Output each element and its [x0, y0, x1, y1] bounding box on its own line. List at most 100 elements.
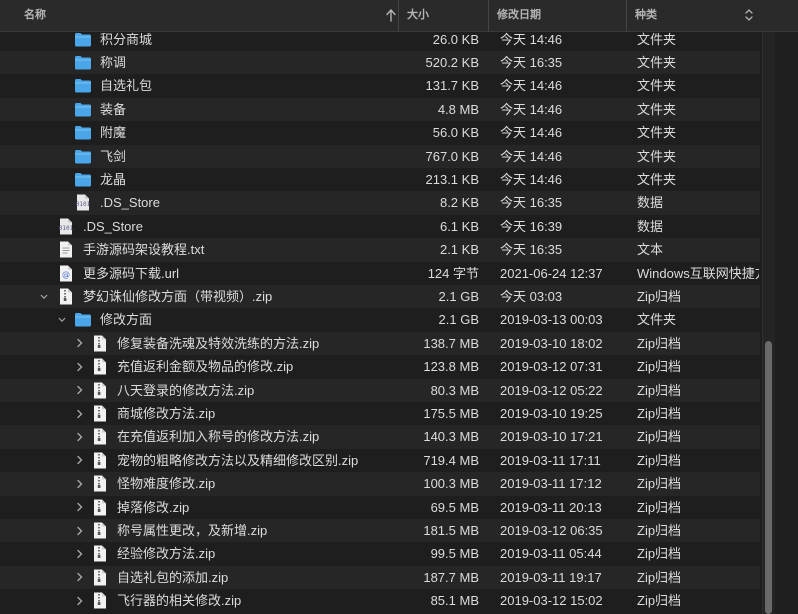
kind-cell: Windows互联网快捷方式	[637, 265, 759, 281]
file-row[interactable]: 装备 4.8 MB 今天 14:46 文件夹	[0, 97, 760, 122]
data-file-icon: 0101	[74, 194, 92, 211]
file-name: 积分商城	[100, 32, 153, 47]
file-row[interactable]: 自选礼包 131.7 KB 今天 14:46 文件夹	[0, 74, 760, 97]
column-header-kind[interactable]: 种类	[626, 0, 760, 31]
size-cell: 131.7 KB	[425, 78, 480, 94]
file-row[interactable]: 梦幻诛仙修改方面（带视频）.zip 2.1 GB 今天 03:03 Zip归档	[0, 285, 760, 309]
file-row[interactable]: 修改方面 2.1 GB 2019-03-13 00:03 文件夹	[0, 308, 760, 331]
file-row[interactable]: 经验修改方法.zip 99.5 MB 2019-03-11 05:44 Zip归档	[0, 542, 760, 565]
file-list: 积分商城 26.0 KB 今天 14:46 文件夹 称调 520.2 KB 今天 16:35…	[0, 32, 760, 614]
date-cell: 今天 14:46	[500, 172, 563, 187]
size-cell: 719.4 MB	[423, 452, 479, 468]
zip-file-icon	[91, 569, 109, 586]
zip-file-icon	[57, 288, 75, 305]
date-cell: 今天 14:46	[500, 148, 563, 164]
disclosure-collapsed-icon[interactable]	[75, 566, 85, 589]
svg-text:0101: 0101	[76, 201, 91, 208]
kind-cell: 文件夹	[637, 125, 677, 141]
column-header-modified[interactable]: 修改日期	[488, 0, 626, 31]
size-cell: 69.5 MB	[430, 499, 479, 515]
zip-file-icon	[91, 405, 109, 422]
kind-cell: 文件夹	[637, 148, 677, 164]
size-cell: 187.7 MB	[423, 569, 479, 585]
file-name: 附魔	[100, 125, 127, 141]
file-name: 装备	[100, 101, 127, 117]
kind-cell: 文件夹	[637, 172, 677, 187]
file-row[interactable]: 称调 520.2 KB 今天 16:35 文件夹	[0, 51, 760, 75]
name-cell: 飞剑	[0, 145, 398, 168]
disclosure-collapsed-icon[interactable]	[75, 449, 85, 472]
vertical-scrollbar-thumb[interactable]	[765, 341, 772, 614]
file-name: 龙晶	[100, 172, 127, 187]
file-row[interactable]: 0101 .DS_Store 6.1 KB 今天 16:39 数据	[0, 215, 760, 238]
kind-cell: 数据	[637, 218, 664, 234]
file-row[interactable]: 称号属性更改，及新增.zip 181.5 MB 2019-03-12 06:35 Zi…	[0, 519, 760, 543]
size-cell: 2.1 KB	[439, 242, 479, 258]
name-cell: 装备	[0, 98, 398, 121]
file-name: 充值返利金额及物品的修改.zip	[117, 359, 294, 375]
file-row[interactable]: 充值返利金额及物品的修改.zip 123.8 MB 2019-03-12 07:31…	[0, 355, 760, 378]
name-cell: 掉落修改.zip	[0, 496, 398, 519]
disclosure-collapsed-icon[interactable]	[75, 496, 85, 519]
kind-cell: 文件夹	[637, 32, 677, 47]
column-header-name[interactable]: 名称	[16, 0, 396, 31]
file-row[interactable]: @ 更多源码下载.url 124 字节 2021-06-24 12:37 Windows…	[0, 262, 760, 285]
column-options-icon[interactable]	[744, 7, 754, 23]
date-cell: 今天 14:46	[500, 101, 563, 117]
disclosure-collapsed-icon[interactable]	[75, 355, 85, 378]
folder-icon	[74, 311, 92, 328]
file-name: 飞剑	[100, 148, 127, 164]
file-row[interactable]: 0101 .DS_Store 8.2 KB 今天 16:35 数据	[0, 191, 760, 215]
disclosure-collapsed-icon[interactable]	[75, 425, 85, 448]
file-row[interactable]: 在充值返利加入称号的修改方法.zip 140.3 MB 2019-03-10 17:…	[0, 425, 760, 449]
file-row[interactable]: 龙晶 213.1 KB 今天 14:46 文件夹	[0, 168, 760, 191]
disclosure-collapsed-icon[interactable]	[75, 542, 85, 565]
kind-cell: Zip归档	[637, 289, 682, 304]
size-cell: 26.0 KB	[432, 32, 479, 47]
file-row[interactable]: 商城修改方法.zip 175.5 MB 2019-03-10 19:25 Zip归档	[0, 402, 760, 425]
folder-icon	[74, 171, 92, 188]
zip-file-icon	[91, 499, 109, 516]
sort-ascending-icon[interactable]	[386, 8, 396, 22]
disclosure-collapsed-icon[interactable]	[75, 472, 85, 495]
file-row[interactable]: 手游源码架设教程.txt 2.1 KB 今天 16:35 文本	[0, 238, 760, 262]
file-row[interactable]: 八天登录的修改方法.zip 80.3 MB 2019-03-12 05:22 Zip归…	[0, 378, 760, 402]
date-cell: 2019-03-12 07:31	[500, 359, 603, 375]
date-cell: 今天 16:39	[500, 218, 563, 234]
name-cell: 积分商城	[0, 32, 398, 51]
file-row[interactable]: 宠物的粗略修改方法以及精细修改区别.zip 719.4 MB 2019-03-11 …	[0, 449, 760, 472]
kind-cell: Zip归档	[637, 359, 682, 375]
kind-cell: 文件夹	[637, 312, 677, 328]
folder-icon	[74, 32, 92, 48]
file-name: 自选礼包	[100, 78, 153, 94]
disclosure-collapsed-icon[interactable]	[75, 332, 85, 355]
folder-icon	[74, 54, 92, 71]
column-header-size[interactable]: 大小	[398, 0, 488, 31]
folder-icon	[74, 148, 92, 165]
disclosure-collapsed-icon[interactable]	[75, 379, 85, 402]
disclosure-expanded-icon[interactable]	[57, 308, 67, 331]
kind-cell: Zip归档	[637, 499, 682, 515]
name-cell: 商城修改方法.zip	[0, 402, 398, 425]
file-row[interactable]: 修复装备洗魂及特效洗练的方法.zip 138.7 MB 2019-03-10 18:…	[0, 331, 760, 356]
kind-cell: Zip归档	[637, 569, 682, 585]
file-row[interactable]: 附魔 56.0 KB 今天 14:46 文件夹	[0, 121, 760, 144]
disclosure-collapsed-icon[interactable]	[75, 402, 85, 425]
size-cell: 140.3 MB	[423, 429, 479, 445]
size-cell: 85.1 MB	[430, 593, 479, 609]
file-row[interactable]: 怪物难度修改.zip 100.3 MB 2019-03-11 17:12 Zip归档	[0, 472, 760, 496]
date-cell: 2019-03-13 00:03	[500, 312, 603, 328]
file-row[interactable]: 自选礼包的添加.zip 187.7 MB 2019-03-11 19:17 Zip归档	[0, 565, 760, 590]
zip-file-icon	[91, 475, 109, 492]
folder-icon	[74, 77, 92, 94]
name-cell: 0101 .DS_Store	[0, 215, 398, 238]
file-row[interactable]: 飞行器的相关修改.zip 85.1 MB 2019-03-12 15:02 Zip归档	[0, 589, 760, 612]
file-row[interactable]: 飞剑 767.0 KB 今天 14:46 文件夹	[0, 144, 760, 168]
file-row[interactable]: 积分商城 26.0 KB 今天 14:46 文件夹	[0, 32, 760, 51]
disclosure-collapsed-icon[interactable]	[75, 589, 85, 612]
size-cell: 175.5 MB	[423, 406, 479, 421]
disclosure-collapsed-icon[interactable]	[75, 519, 85, 542]
name-cell: 手游源码架设教程.txt	[0, 238, 398, 261]
disclosure-expanded-icon[interactable]	[39, 285, 49, 308]
file-row[interactable]: 掉落修改.zip 69.5 MB 2019-03-11 20:13 Zip归档	[0, 496, 760, 519]
